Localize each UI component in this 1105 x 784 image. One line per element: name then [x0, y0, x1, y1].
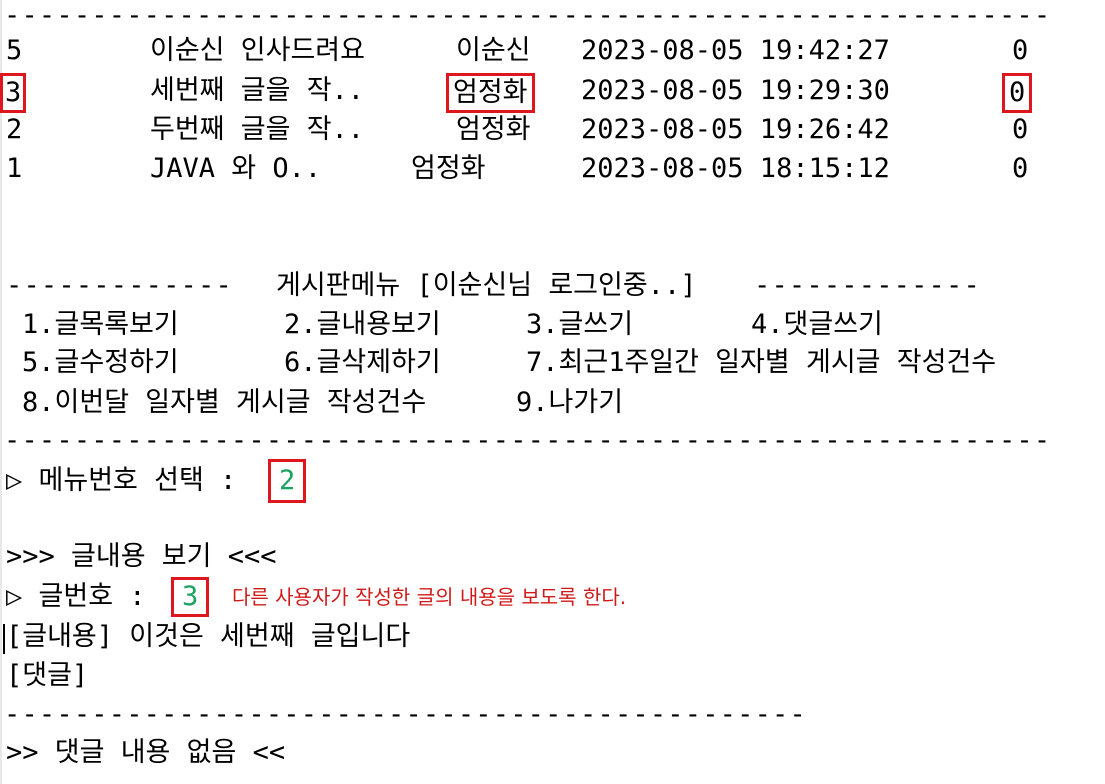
post-number-label: ▷ 글번호 : — [6, 581, 146, 612]
annotation-note: 다른 사용자가 작성한 글의 내용을 보도록 한다. — [232, 585, 627, 609]
menu-row: 5.글수정하기 6.글삭제하기 7.최근1주일간 일자별 게시글 작성건수 — [6, 343, 1105, 383]
post-title: 세번째 글을 작.. — [150, 75, 365, 106]
post-content: [글내용] 이것은 세번째 글입니다 — [6, 621, 411, 652]
post-date: 2023-08-05 19:42:27 — [581, 35, 890, 66]
menu-item-comment: 4.댓글쓰기 — [751, 309, 883, 340]
menu-header-dashes-left: ------------- — [6, 270, 233, 301]
menu-header-dashes-right: ------------- — [754, 270, 981, 301]
view-title: >>> 글내용 보기 <<< — [6, 541, 277, 572]
menu-select-input[interactable]: 2 — [268, 459, 307, 503]
menu-select-prompt: ▷ 메뉴번호 선택 : 2 — [6, 459, 1105, 503]
post-number-highlighted: 3 — [0, 73, 27, 113]
menu-row: 1.글목록보기 2.글내용보기 3.글쓰기 4.댓글쓰기 — [6, 305, 1105, 345]
post-number: 2 — [6, 114, 23, 145]
post-author-highlighted: 엄정화 — [446, 73, 535, 113]
post-number: 5 — [6, 35, 23, 66]
comment-label: [댓글] — [6, 660, 89, 691]
no-comment-message: >> 댓글 내용 없음 << — [6, 737, 286, 768]
menu-row: 8.이번달 일자별 게시글 작성건수 9.나가기 — [6, 383, 1105, 423]
menu-item-exit: 9.나가기 — [516, 387, 624, 418]
post-comment-count: 0 — [1012, 35, 1029, 66]
table-row: 5 이순신 인사드려요 이순신 2023-08-05 19:42:27 0 — [6, 31, 1105, 71]
post-date: 2023-08-05 19:29:30 — [581, 75, 890, 106]
post-comment-count: 0 — [1012, 114, 1029, 145]
menu-title: 게시판메뉴 [이순신님 로그인중..] — [276, 270, 697, 301]
menu-item-delete: 6.글삭제하기 — [284, 347, 441, 378]
menu-item-monthly-stats: 8.이번달 일자별 게시글 작성건수 — [22, 387, 427, 418]
post-title: JAVA 와 O.. — [150, 153, 322, 184]
post-date: 2023-08-05 19:26:42 — [581, 114, 890, 145]
window-left-edge — [0, 0, 2, 784]
menu-item-view: 2.글내용보기 — [284, 309, 441, 340]
post-comment-count-highlighted: 0 — [1002, 73, 1033, 113]
post-date: 2023-08-05 18:15:12 — [581, 153, 890, 184]
table-row: 3 세번째 글을 작.. 엄정화 2023-08-05 19:29:30 0 — [0, 71, 1105, 113]
menu-select-label: ▷ 메뉴번호 선택 : — [6, 465, 237, 496]
table-row: 2 두번째 글을 작.. 엄정화 2023-08-05 19:26:42 0 — [6, 110, 1105, 150]
menu-header: ------------- 게시판메뉴 [이순신님 로그인중..] ------… — [6, 266, 1105, 306]
post-title: 이순신 인사드려요 — [150, 35, 365, 66]
post-number-prompt: ▷ 글번호 : 3 다른 사용자가 작성한 글의 내용을 보도록 한다. — [6, 577, 1105, 617]
menu-item-list: 1.글목록보기 — [22, 309, 179, 340]
separator-menu: ----------------------------------------… — [4, 425, 1052, 456]
post-number-input[interactable]: 3 — [171, 577, 210, 617]
post-comment-count: 0 — [1012, 153, 1029, 184]
menu-item-write: 3.글쓰기 — [526, 309, 634, 340]
separator-comments: ----------------------------------------… — [4, 699, 807, 730]
text-cursor — [3, 624, 5, 654]
post-author: 엄정화 — [456, 114, 531, 145]
post-number: 1 — [6, 153, 23, 184]
post-title: 두번째 글을 작.. — [150, 114, 365, 145]
table-row: 1 JAVA 와 O.. 엄정화 2023-08-05 18:15:12 0 — [6, 149, 1105, 189]
menu-item-weekly-stats: 7.최근1주일간 일자별 게시글 작성건수 — [526, 347, 997, 378]
post-author: 이순신 — [456, 35, 531, 66]
menu-item-edit: 5.글수정하기 — [22, 347, 179, 378]
post-author: 엄정화 — [411, 153, 486, 184]
